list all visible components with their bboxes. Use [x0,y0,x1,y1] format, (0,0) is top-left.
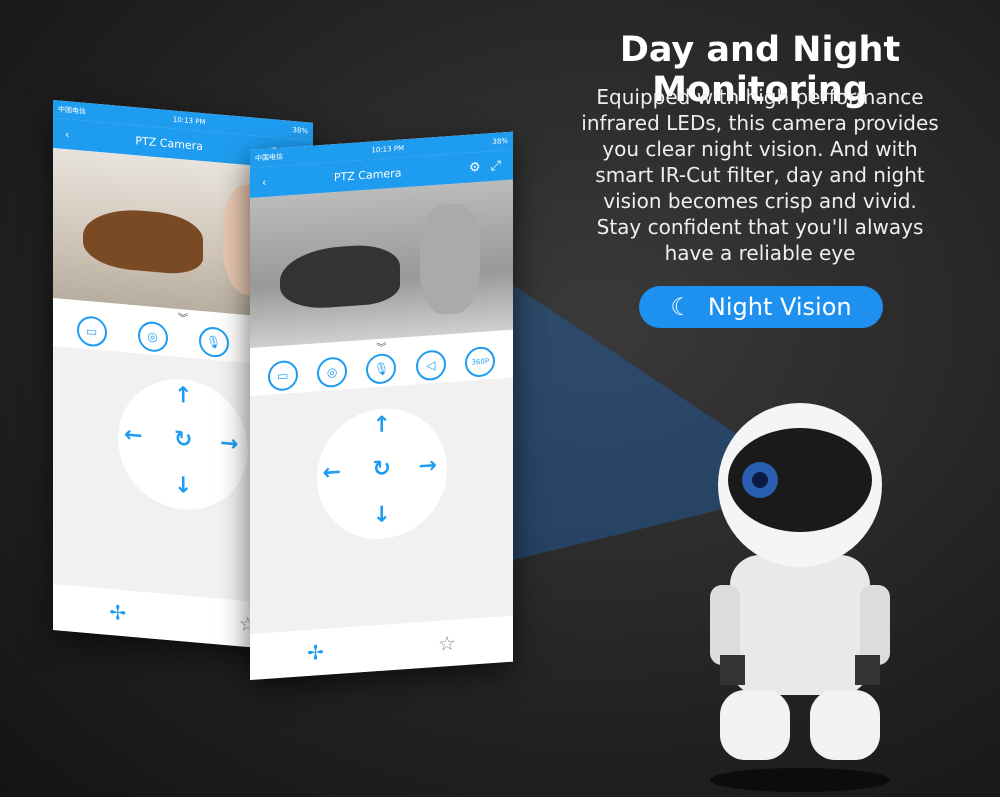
arrow-left-icon[interactable]: ← [124,422,142,449]
rotate-icon[interactable]: ↻ [174,427,192,454]
ptz-icon[interactable]: ✢ [109,600,126,625]
ptz-control-pad[interactable]: ↑ ↓ ← → ↻ [118,373,248,516]
video-feed [250,179,513,348]
time: 10:13 PM [172,115,206,127]
arrow-up-icon[interactable]: ↑ [174,383,192,410]
night-vision-badge: ☾ Night Vision [639,286,883,328]
ptz-control-pad[interactable]: ↑ ↓ ← → ↻ [316,404,447,544]
moon-stars-icon: ☾ [670,293,692,321]
arrow-down-icon[interactable]: ↓ [174,473,192,500]
badge-label: Night Vision [707,293,852,321]
gear-icon[interactable]: ⚙ [469,159,481,175]
speaker-icon[interactable]: ◁ [415,349,446,382]
back-icon[interactable]: ‹ [65,128,69,141]
camera-title[interactable]: PTZ Camera [334,166,402,184]
star-icon[interactable]: ☆ [438,631,456,656]
microphone-icon[interactable]: 🎙 [366,352,397,385]
time: 10:13 PM [371,144,405,155]
record-icon[interactable]: ▭ [76,315,107,348]
ptz-icon[interactable]: ✢ [307,640,324,665]
camera-icon[interactable]: ◎ [317,356,348,389]
baby-image [420,201,480,317]
back-icon[interactable]: ‹ [262,175,266,188]
dog-image [280,242,400,311]
camera-title[interactable]: PTZ Camera [135,134,203,153]
dog-image [83,205,203,277]
fullscreen-icon[interactable]: ⤢ [491,158,501,174]
quality-button[interactable]: 360P [465,345,496,378]
camera-icon[interactable]: ◎ [137,320,168,354]
robot-camera-image [710,403,890,792]
arrow-right-icon[interactable]: → [419,453,437,479]
carrier: 中国电信 [255,152,283,163]
carrier: 中国电信 [58,105,86,116]
arrow-down-icon[interactable]: ↓ [373,502,391,528]
arrow-up-icon[interactable]: ↑ [373,412,391,438]
microphone-icon[interactable]: 🎙 [198,325,229,359]
description: Equipped with high performance infrared … [581,85,939,265]
rotate-icon[interactable]: ↻ [373,456,391,482]
arrow-left-icon[interactable]: ← [323,460,341,486]
battery: 38% [292,125,308,136]
record-icon[interactable]: ▭ [267,359,298,392]
arrow-right-icon[interactable]: → [220,431,238,458]
battery: 38% [492,136,508,147]
phone-screen-night: 中国电信 10:13 PM 38% ‹ PTZ Camera ⚙ ⤢ ︾ ▭ ◎ 🎙 ◁ 360P… [250,131,513,680]
